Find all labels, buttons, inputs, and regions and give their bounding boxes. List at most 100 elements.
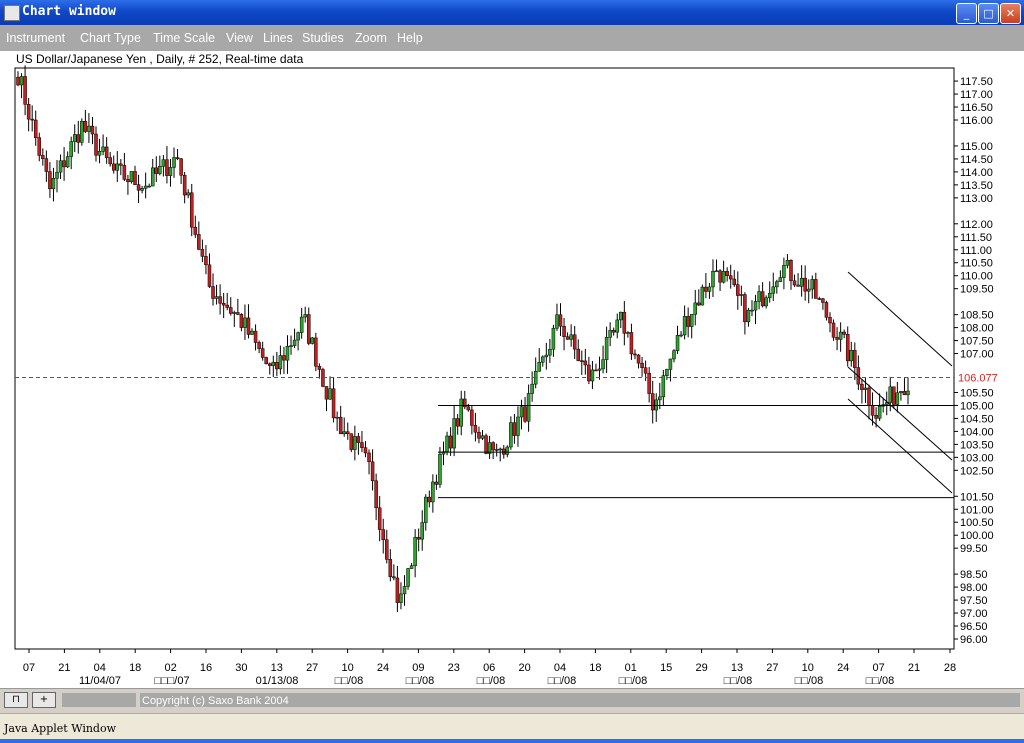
x-month-label: □□/08 xyxy=(795,675,824,687)
candle-down xyxy=(111,163,116,171)
menu-zoom[interactable]: Zoom xyxy=(355,31,387,45)
candle-down xyxy=(126,179,130,182)
candle-down xyxy=(828,317,832,324)
maximize-button[interactable]: □ xyxy=(978,3,999,24)
candle-up xyxy=(58,160,63,173)
x-day-label: 10 xyxy=(802,662,814,674)
candle-down xyxy=(108,157,112,165)
candle-up xyxy=(679,334,683,337)
candle-down xyxy=(94,133,98,156)
candle-down xyxy=(363,447,368,454)
candle-up xyxy=(654,399,658,411)
candle-down xyxy=(803,277,807,292)
candle-down xyxy=(23,76,27,105)
status-field xyxy=(62,693,136,707)
x-day-label: 10 xyxy=(341,662,353,674)
menu-instrument[interactable]: Instrument xyxy=(6,31,65,45)
y-tick-label: 97.00 xyxy=(960,608,988,620)
y-tick-label: 114.00 xyxy=(960,167,993,179)
candle-down xyxy=(576,348,580,361)
x-day-label: 21 xyxy=(58,662,70,674)
candle-up xyxy=(551,327,556,350)
menu-lines[interactable]: Lines xyxy=(263,31,293,45)
candle-down xyxy=(725,271,729,276)
menu-bar: Instrument Chart Type Time Scale View Li… xyxy=(0,25,1024,51)
candle-up xyxy=(753,301,758,311)
candle-up xyxy=(232,312,237,314)
candle-down xyxy=(253,330,258,343)
candle-up xyxy=(711,270,715,288)
candle-down xyxy=(647,372,651,394)
candle-up xyxy=(402,586,407,595)
candle-down xyxy=(821,298,825,303)
candle-down xyxy=(367,452,371,463)
crosshair-icon[interactable]: + xyxy=(32,692,56,708)
menu-help[interactable]: Help xyxy=(397,31,423,45)
price-chart[interactable]: 117.50117.00116.50116.00 115.00114.50114.… xyxy=(0,51,1024,688)
pin-icon[interactable]: ⊓ xyxy=(4,692,28,708)
candle-down xyxy=(211,286,215,299)
candle-down xyxy=(338,416,343,435)
candle-down xyxy=(175,157,180,159)
candle-up xyxy=(838,331,843,340)
x-month-label: □□□/07 xyxy=(154,675,189,687)
x-month-label: □□/08 xyxy=(477,675,506,687)
x-day-label: 04 xyxy=(554,662,566,674)
y-tick-label: 111.00 xyxy=(960,245,992,257)
minimize-button[interactable]: _ xyxy=(956,3,977,24)
candle-up xyxy=(161,159,166,167)
candle-up xyxy=(420,522,424,540)
candle-down xyxy=(346,431,350,434)
candle-down xyxy=(179,158,183,176)
candle-down xyxy=(470,409,474,426)
candle-down xyxy=(796,284,800,287)
candle-up xyxy=(615,319,619,333)
y-axis: 117.50117.00116.50116.00 115.00114.50114.… xyxy=(954,76,994,646)
candle-up xyxy=(168,167,173,176)
menu-studies[interactable]: Studies xyxy=(302,31,344,45)
y-tick-label: 109.50 xyxy=(960,284,994,296)
candle-down xyxy=(207,264,212,287)
candle-up xyxy=(214,296,219,299)
candle-up xyxy=(150,167,155,187)
x-day-label: 13 xyxy=(271,662,283,674)
candle-down xyxy=(16,76,20,86)
x-day-label: 29 xyxy=(695,662,707,674)
x-axis: 07 21 04 18 02 16 30 13 27 10 24 09 23 06 20 04 18 01 15 29… xyxy=(23,649,956,687)
candle-down xyxy=(26,104,31,120)
y-tick-label: 100.00 xyxy=(960,530,994,542)
x-month-label: □□/08 xyxy=(619,675,648,687)
candle-down xyxy=(728,275,733,280)
x-day-label: 18 xyxy=(129,662,141,674)
candle-up xyxy=(452,418,456,449)
candle-down xyxy=(572,334,577,350)
y-tick-label: 102.50 xyxy=(960,465,994,477)
y-tick-label: 116.50 xyxy=(960,102,993,114)
menu-time-scale[interactable]: Time Scale xyxy=(153,31,215,45)
candle-up xyxy=(87,125,91,132)
candle-up xyxy=(509,422,513,448)
menu-view[interactable]: View xyxy=(226,31,253,45)
y-tick-label: 107.50 xyxy=(960,336,994,348)
candle-up xyxy=(693,302,698,315)
candle-down xyxy=(892,386,896,405)
x-day-label: 07 xyxy=(23,662,35,674)
candle-down xyxy=(370,461,375,482)
candle-down xyxy=(491,442,495,451)
x-day-label: 20 xyxy=(518,662,530,674)
close-button[interactable]: ✕ xyxy=(1000,3,1021,24)
y-tick-label: 97.50 xyxy=(960,595,988,607)
candle-down xyxy=(867,387,871,406)
candle-up xyxy=(406,568,410,587)
x-day-label: 28 xyxy=(944,662,956,674)
x-day-label: 21 xyxy=(908,662,920,674)
trend-line-upper xyxy=(847,271,953,367)
candle-up xyxy=(675,335,680,351)
candle-down xyxy=(622,311,627,334)
candle-up xyxy=(129,171,134,182)
candle-down xyxy=(427,496,432,503)
candle-up xyxy=(544,354,549,358)
menu-chart-type[interactable]: Chart Type xyxy=(80,31,141,45)
candle-up xyxy=(806,288,811,292)
y-tick-label: 110.50 xyxy=(960,258,993,270)
